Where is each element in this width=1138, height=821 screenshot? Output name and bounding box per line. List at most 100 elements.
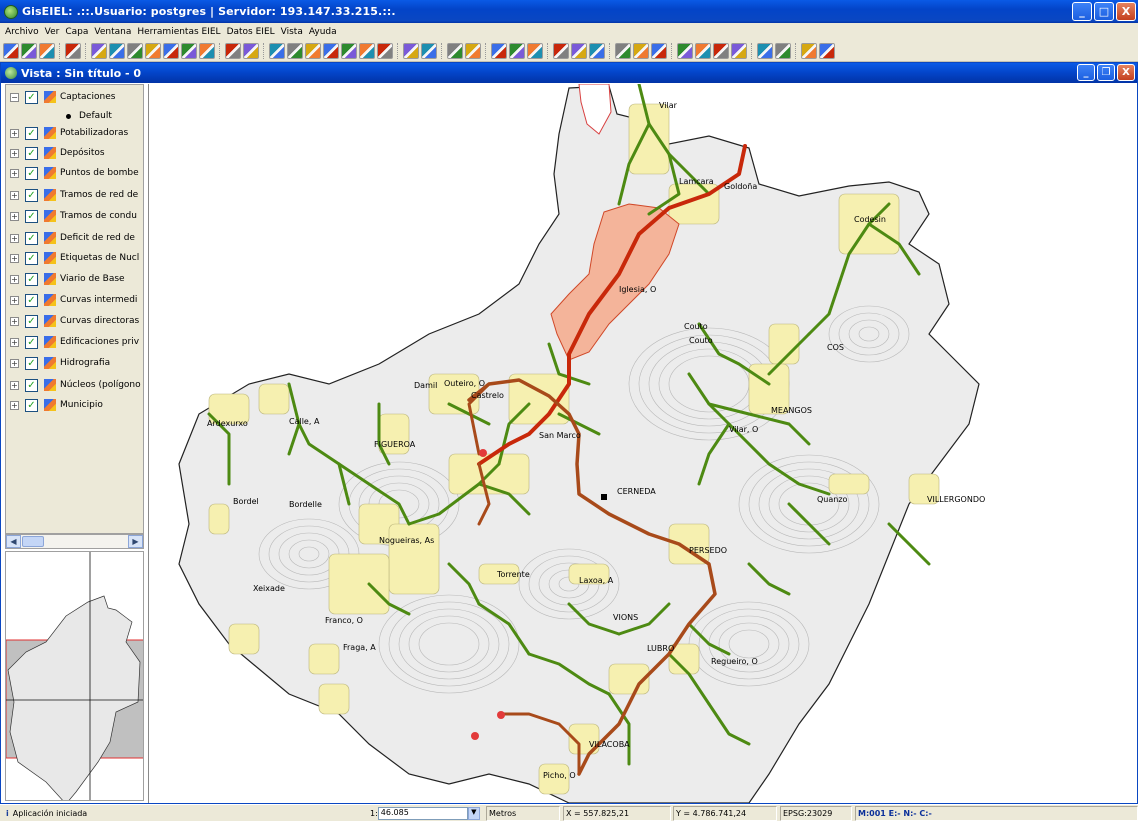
- save-icon[interactable]: [39, 42, 55, 59]
- captacion-point[interactable]: [471, 732, 479, 740]
- scale-dropdown-icon[interactable]: ▼: [467, 807, 480, 820]
- toc-layer-row[interactable]: + ✓ Etiquetas de Nucl: [6, 248, 143, 268]
- toc-layer-row[interactable]: + ✓ Deficit de red de: [6, 228, 143, 248]
- calculator-icon[interactable]: [509, 42, 525, 59]
- toc-layer-row[interactable]: + ✓ Potabilizadoras: [6, 123, 143, 143]
- new-document-icon[interactable]: [3, 42, 19, 59]
- expand-toggle-icon[interactable]: +: [10, 211, 19, 221]
- layer-visibility-checkbox[interactable]: ✓: [25, 90, 38, 104]
- select-poly-icon[interactable]: [359, 42, 375, 59]
- map-export-icon[interactable]: [553, 42, 569, 59]
- captacion-point[interactable]: [497, 711, 505, 719]
- toc-layer-row[interactable]: + ✓ Tramos de red de: [6, 185, 143, 205]
- zoom-full-icon[interactable]: [163, 42, 179, 59]
- open-folder-icon[interactable]: [21, 42, 37, 59]
- layer-visibility-checkbox[interactable]: ✓: [25, 378, 38, 392]
- menu-ventana[interactable]: Ventana: [91, 27, 134, 37]
- rect-select-icon[interactable]: [421, 42, 437, 59]
- scroll-thumb[interactable]: [22, 536, 44, 547]
- table-icon[interactable]: [403, 42, 419, 59]
- expand-toggle-icon[interactable]: +: [10, 190, 19, 200]
- network-edit-icon[interactable]: [775, 42, 791, 59]
- expand-toggle-icon[interactable]: +: [10, 274, 19, 284]
- layer-visibility-checkbox[interactable]: ✓: [25, 272, 38, 286]
- expand-toggle-icon[interactable]: +: [10, 316, 19, 326]
- toc-horizontal-scrollbar[interactable]: ◀ ▶: [5, 534, 144, 549]
- scroll-right-icon[interactable]: ▶: [128, 535, 143, 548]
- add-point-icon[interactable]: [677, 42, 693, 59]
- network-icon[interactable]: [757, 42, 773, 59]
- pan-hand-icon[interactable]: [225, 42, 241, 59]
- toc-layer-row[interactable]: + ✓ Curvas directoras: [6, 311, 143, 331]
- layer-visibility-checkbox[interactable]: ✓: [25, 398, 38, 412]
- expand-toggle-icon[interactable]: +: [10, 337, 19, 347]
- toc-layer-row[interactable]: + ✓ Tramos de condu: [6, 206, 143, 226]
- print-icon[interactable]: [243, 42, 259, 59]
- maximize-button[interactable]: □: [1094, 2, 1114, 21]
- vista-minimize-button[interactable]: _: [1077, 64, 1095, 81]
- toc-layer-row[interactable]: + ✓ Curvas intermedi: [6, 290, 143, 310]
- zoom-extent-icon[interactable]: [127, 42, 143, 59]
- expand-toggle-icon[interactable]: +: [10, 168, 19, 178]
- expand-toggle-icon[interactable]: −: [10, 92, 19, 102]
- expand-toggle-icon[interactable]: +: [10, 380, 19, 390]
- info-icon[interactable]: [269, 42, 285, 59]
- layer-add-icon[interactable]: [65, 42, 81, 59]
- expand-toggle-icon[interactable]: +: [10, 233, 19, 243]
- compare-icon[interactable]: [633, 42, 649, 59]
- zoom-select-icon[interactable]: [181, 42, 197, 59]
- menu-archivo[interactable]: Archivo: [2, 27, 42, 37]
- grid-icon[interactable]: [731, 42, 747, 59]
- layer-visibility-checkbox[interactable]: ✓: [25, 356, 38, 370]
- toc-layer-row[interactable]: + ✓ Depósitos: [6, 143, 143, 163]
- refresh-icon[interactable]: [377, 42, 393, 59]
- menu-vista[interactable]: Vista: [278, 27, 306, 37]
- report-icon[interactable]: [819, 42, 835, 59]
- scale-input[interactable]: 46.085: [377, 807, 468, 820]
- vista-close-button[interactable]: X: [1117, 64, 1135, 81]
- toc-layer-row[interactable]: + ✓ Puntos de bombe: [6, 163, 143, 183]
- vista-restore-button[interactable]: ❐: [1097, 64, 1115, 81]
- layer-visibility-checkbox[interactable]: ✓: [25, 335, 38, 349]
- captacion-point[interactable]: [479, 449, 487, 457]
- query-icon[interactable]: [447, 42, 463, 59]
- layer-visibility-checkbox[interactable]: ✓: [25, 126, 38, 140]
- add-line-icon[interactable]: [695, 42, 711, 59]
- toc-layer-row[interactable]: + ✓ Edificaciones priv: [6, 332, 143, 352]
- expand-toggle-icon[interactable]: +: [10, 253, 19, 263]
- layer-visibility-checkbox[interactable]: ✓: [25, 314, 38, 328]
- overview-locator-map[interactable]: [5, 551, 144, 801]
- toc-layer-row[interactable]: + ✓ Núcleos (polígono: [6, 375, 143, 395]
- globe-icon[interactable]: [801, 42, 817, 59]
- layer-visibility-checkbox[interactable]: ✓: [25, 166, 38, 180]
- deposito-point[interactable]: [601, 494, 607, 500]
- zoom-out-icon[interactable]: [109, 42, 125, 59]
- layer-visibility-checkbox[interactable]: ✓: [25, 146, 38, 160]
- layer-visibility-checkbox[interactable]: ✓: [25, 251, 38, 265]
- add-polygon-icon[interactable]: [713, 42, 729, 59]
- layer-visibility-checkbox[interactable]: ✓: [25, 231, 38, 245]
- settings-icon[interactable]: [527, 42, 543, 59]
- toc-layer-row[interactable]: + ✓ Viario de Base: [6, 269, 143, 289]
- edit-icon[interactable]: [305, 42, 321, 59]
- layer-visibility-checkbox[interactable]: ✓: [25, 209, 38, 223]
- toc-layer-row[interactable]: + ✓ Hidrografia: [6, 353, 143, 373]
- duplicate-icon[interactable]: [651, 42, 667, 59]
- select-rect-icon[interactable]: [341, 42, 357, 59]
- graph-icon[interactable]: [465, 42, 481, 59]
- layer-visibility-checkbox[interactable]: ✓: [25, 293, 38, 307]
- copy-icon[interactable]: [615, 42, 631, 59]
- layer-visibility-checkbox[interactable]: ✓: [25, 188, 38, 202]
- layers-icon[interactable]: [145, 42, 161, 59]
- expand-toggle-icon[interactable]: +: [10, 295, 19, 305]
- map-svg[interactable]: Vilar Lamcara Goldoña Codesin Iglesia, O Cout…: [149, 84, 1136, 803]
- menu-herramientas-eiel[interactable]: Herramientas EIEL: [134, 27, 223, 37]
- menu-capa[interactable]: Capa: [62, 27, 91, 37]
- scroll-left-icon[interactable]: ◀: [6, 535, 21, 548]
- map-import-icon[interactable]: [571, 42, 587, 59]
- zoom-in-icon[interactable]: [91, 42, 107, 59]
- minimize-button[interactable]: _: [1072, 2, 1092, 21]
- printer-icon[interactable]: [589, 42, 605, 59]
- zoom-previous-icon[interactable]: [199, 42, 215, 59]
- measure-icon[interactable]: [287, 42, 303, 59]
